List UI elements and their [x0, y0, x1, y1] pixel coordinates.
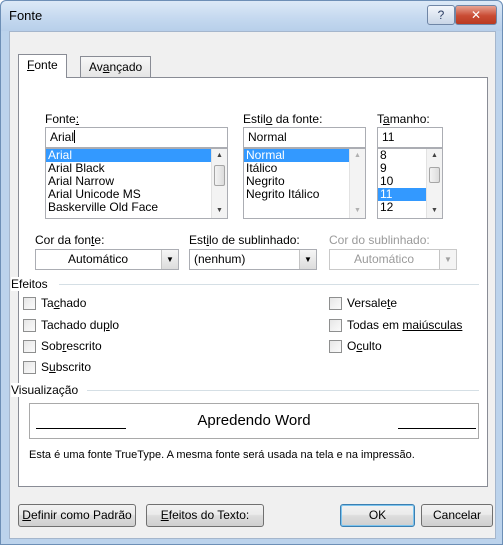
preview-group-title: Visualização: [11, 383, 81, 397]
font-dialog: Fonte ? ✕ Fonte Avançado Fonte: Arial Ar…: [0, 0, 503, 545]
font-label: Fonte:: [45, 112, 80, 126]
ok-button[interactable]: OK: [340, 504, 415, 527]
cancel-button[interactable]: Cancelar: [421, 504, 493, 527]
scroll-up-arrow-icon[interactable]: ▲: [350, 149, 365, 163]
tab-avancado[interactable]: Avançado: [80, 56, 152, 78]
scroll-thumb[interactable]: [214, 165, 225, 186]
checkbox-sobrescrito[interactable]: Sobrescrito: [23, 339, 102, 355]
scroll-thumb[interactable]: [429, 167, 440, 183]
checkbox-tachado-duplo[interactable]: Tachado duplo: [23, 318, 119, 334]
checkbox-tachado[interactable]: Tachado: [23, 296, 86, 312]
font-style-input[interactable]: Normal: [243, 127, 366, 148]
checkbox-box[interactable]: [23, 297, 36, 310]
close-icon: ✕: [470, 8, 482, 22]
font-color-select[interactable]: Automático ▼: [35, 249, 179, 270]
underline-color-select: Automático ▼: [329, 249, 457, 270]
font-list-item[interactable]: Baskerville Old Face: [46, 201, 211, 214]
preview-note: Esta é uma fonte TrueType. A mesma fonte…: [29, 449, 415, 461]
underline-style-value: (nenhum): [194, 252, 246, 266]
size-item[interactable]: 12: [378, 201, 426, 214]
underline-color-label: Cor do sublinhado:: [329, 233, 430, 247]
font-style-list[interactable]: Normal Itálico Negrito Negrito Itálico ▲…: [243, 148, 366, 219]
text-effects-button[interactable]: Efeitos do Texto:: [146, 504, 264, 527]
size-input[interactable]: 11: [377, 127, 443, 148]
effects-group-line: [59, 284, 479, 285]
font-list[interactable]: Arial Arial Black Arial Narrow Arial Uni…: [45, 148, 228, 219]
checkbox-todas-maiusculas[interactable]: Todas em maiúsculas: [329, 318, 462, 334]
checkbox-oculto[interactable]: Oculto: [329, 339, 382, 355]
scroll-up-arrow-icon[interactable]: ▲: [427, 149, 442, 163]
preview-group-line: [87, 390, 479, 391]
size-list-scrollbar[interactable]: ▲ ▼: [426, 149, 442, 218]
font-input[interactable]: Arial: [45, 127, 228, 148]
tab-fonte[interactable]: Fonte: [18, 54, 67, 78]
scroll-down-arrow-icon[interactable]: ▼: [350, 204, 365, 218]
checkbox-box[interactable]: [329, 319, 342, 332]
help-icon: ?: [437, 8, 445, 22]
font-style-scrollbar[interactable]: ▲ ▼: [349, 149, 365, 218]
font-color-value: Automático: [67, 252, 129, 266]
preview-baseline-right: [398, 428, 476, 429]
underline-color-value: Automático: [353, 252, 415, 266]
help-button[interactable]: ?: [427, 5, 455, 25]
scroll-down-arrow-icon[interactable]: ▼: [427, 204, 442, 218]
tab-panel-fonte: Fonte: Arial Arial Arial Black Arial Nar…: [11, 77, 488, 487]
chevron-down-icon[interactable]: ▼: [299, 250, 316, 269]
scroll-down-arrow-icon[interactable]: ▼: [212, 204, 227, 218]
preview-sample-text: Apredendo Word: [197, 412, 311, 429]
window-title: Fonte: [9, 8, 43, 23]
scroll-up-arrow-icon[interactable]: ▲: [212, 149, 227, 163]
checkbox-box[interactable]: [23, 340, 36, 353]
size-list[interactable]: 8 9 10 11 12 ▲ ▼: [377, 148, 443, 219]
checkbox-box[interactable]: [23, 361, 36, 374]
title-bar[interactable]: Fonte ? ✕: [1, 1, 502, 31]
font-style-item[interactable]: Negrito Itálico: [244, 188, 349, 201]
dialog-client-area: Fonte Avançado Fonte: Arial Arial Arial …: [9, 31, 496, 539]
set-default-button[interactable]: Definir como Padrão: [18, 504, 136, 527]
checkbox-subscrito[interactable]: Subscrito: [23, 360, 91, 376]
close-button[interactable]: ✕: [455, 5, 497, 25]
underline-style-label: Estilo de sublinhado:: [189, 233, 300, 247]
font-input-value: Arial: [50, 130, 75, 144]
checkbox-box[interactable]: [329, 297, 342, 310]
checkbox-box[interactable]: [329, 340, 342, 353]
checkbox-box[interactable]: [23, 319, 36, 332]
font-color-label: Cor da fonte:: [35, 233, 105, 247]
effects-group-title: Efeitos: [11, 277, 50, 291]
underline-style-select[interactable]: (nenhum) ▼: [189, 249, 317, 270]
font-style-label: Estilo da fonte:: [243, 112, 323, 126]
chevron-down-icon: ▼: [439, 250, 456, 269]
size-label: Tamanho:: [377, 112, 430, 126]
checkbox-versalete[interactable]: Versalete: [329, 296, 397, 312]
chevron-down-icon[interactable]: ▼: [161, 250, 178, 269]
preview-box: Apredendo Word: [29, 403, 479, 439]
text-caret: [74, 130, 76, 143]
font-list-scrollbar[interactable]: ▲ ▼: [211, 149, 227, 218]
